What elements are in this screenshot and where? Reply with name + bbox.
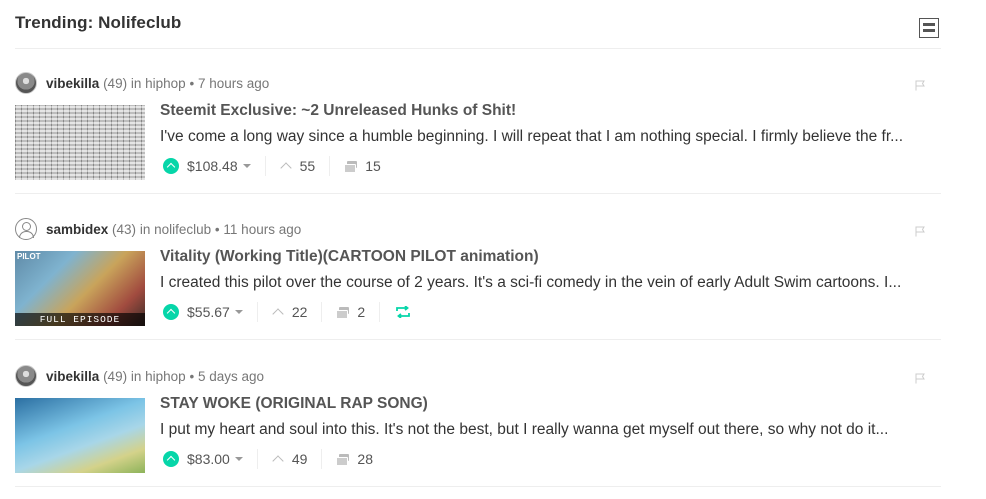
divider xyxy=(379,302,381,322)
divider xyxy=(321,302,323,322)
author-link[interactable]: sambidex xyxy=(46,222,108,237)
resteem-icon[interactable] xyxy=(396,306,411,318)
post-thumbnail[interactable] xyxy=(15,105,145,180)
in-label: in xyxy=(130,75,142,91)
divider xyxy=(329,156,331,176)
post-meta: sambidex (43) in nolifeclub • 11 hours a… xyxy=(15,218,301,240)
comment-count[interactable]: 28 xyxy=(357,451,373,467)
author-link[interactable]: vibekilla xyxy=(46,369,99,384)
flag-icon[interactable] xyxy=(915,80,926,91)
post-meta: vibekilla (49) in hiphop • 7 hours ago xyxy=(15,72,269,94)
voters-icon xyxy=(272,455,284,467)
comment-count[interactable]: 15 xyxy=(365,158,381,174)
flag-icon[interactable] xyxy=(915,226,926,237)
post-excerpt[interactable]: I put my heart and soul into this. It's … xyxy=(160,421,940,439)
vote-count[interactable]: 55 xyxy=(300,158,316,174)
post-title[interactable]: Steemit Exclusive: ~2 Unreleased Hunks o… xyxy=(160,102,516,120)
voters-icon xyxy=(279,162,292,174)
divider xyxy=(264,156,266,176)
post-thumbnail[interactable]: PILOT FULL EPISODE xyxy=(15,251,145,326)
post-title[interactable]: Vitality (Working Title)(CARTOON PILOT a… xyxy=(160,248,539,266)
post-footer: $108.48 55 15 xyxy=(163,155,381,177)
voters-icon xyxy=(272,308,284,320)
upvote-button[interactable] xyxy=(163,451,179,467)
divider xyxy=(256,449,258,469)
upvote-button[interactable] xyxy=(163,158,179,174)
post-timestamp[interactable]: 7 hours ago xyxy=(198,76,269,91)
post-title[interactable]: STAY WOKE (ORIGINAL RAP SONG) xyxy=(160,395,428,413)
author-reputation: (49) xyxy=(103,368,128,384)
category-link[interactable]: hiphop xyxy=(145,369,186,384)
author-link[interactable]: vibekilla xyxy=(46,76,99,91)
trending-page: Trending: Nolifeclub vibekilla (49) in h… xyxy=(0,0,986,499)
thumbnail-tag: PILOT xyxy=(17,252,41,261)
post-timestamp[interactable]: 11 hours ago xyxy=(223,222,301,237)
post-item: vibekilla (49) in hiphop • 7 hours ago S… xyxy=(15,48,941,194)
comments-icon xyxy=(336,306,350,319)
post-excerpt[interactable]: I've come a long way since a humble begi… xyxy=(160,128,940,146)
author-reputation: (49) xyxy=(103,75,128,91)
category-link[interactable]: nolifeclub xyxy=(154,222,211,237)
comments-icon xyxy=(336,453,350,466)
post-excerpt[interactable]: I created this pilot over the course of … xyxy=(160,274,940,292)
flag-icon[interactable] xyxy=(915,373,926,384)
chevron-down-icon[interactable] xyxy=(234,310,243,314)
payout-value[interactable]: $55.67 xyxy=(187,304,230,320)
chevron-down-icon[interactable] xyxy=(234,457,243,461)
avatar[interactable] xyxy=(15,72,37,94)
page-title: Trending: Nolifeclub xyxy=(15,13,182,32)
payout-value[interactable]: $83.00 xyxy=(187,451,230,467)
post-footer: $55.67 22 2 xyxy=(163,301,411,323)
chevron-down-icon[interactable] xyxy=(242,164,251,168)
thumbnail-caption: FULL EPISODE xyxy=(15,313,145,326)
in-label: in xyxy=(139,221,151,237)
upvote-button[interactable] xyxy=(163,304,179,320)
avatar[interactable] xyxy=(15,365,37,387)
vote-count[interactable]: 49 xyxy=(292,451,308,467)
vote-count[interactable]: 22 xyxy=(292,304,308,320)
post-footer: $83.00 49 28 xyxy=(163,448,373,470)
payout-value[interactable]: $108.48 xyxy=(187,158,238,174)
category-link[interactable]: hiphop xyxy=(145,76,186,91)
comment-count[interactable]: 2 xyxy=(357,304,365,320)
page-header: Trending: Nolifeclub xyxy=(15,0,941,49)
layout-toggle-icon[interactable] xyxy=(919,18,939,38)
post-item: sambidex (43) in nolifeclub • 11 hours a… xyxy=(15,194,941,340)
comments-icon xyxy=(344,160,358,173)
post-timestamp[interactable]: 5 days ago xyxy=(198,369,264,384)
in-label: in xyxy=(130,368,142,384)
post-item: vibekilla (49) in hiphop • 5 days ago ST… xyxy=(15,341,941,487)
user-placeholder-icon[interactable] xyxy=(15,218,37,240)
post-thumbnail[interactable] xyxy=(15,398,145,473)
author-reputation: (43) xyxy=(112,221,137,237)
divider xyxy=(321,449,323,469)
divider xyxy=(256,302,258,322)
post-meta: vibekilla (49) in hiphop • 5 days ago xyxy=(15,365,264,387)
